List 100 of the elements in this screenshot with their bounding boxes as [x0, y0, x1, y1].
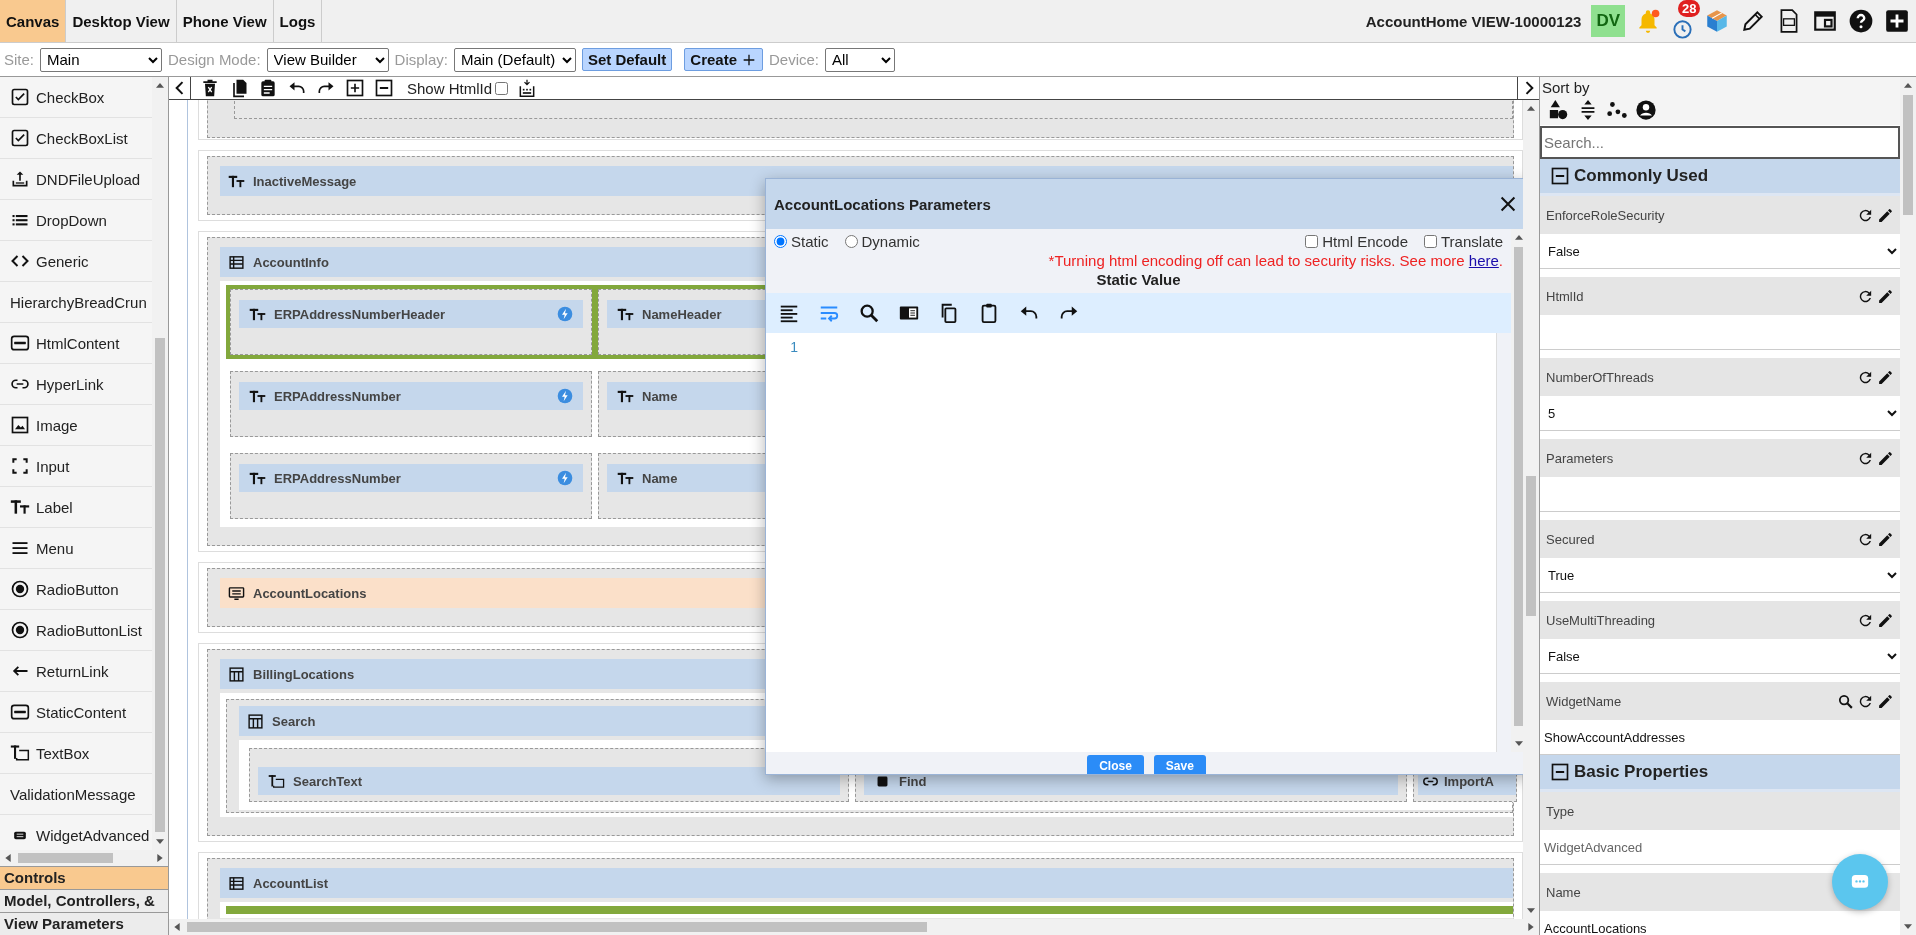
edit-icon[interactable] — [1877, 287, 1894, 305]
image-icon — [10, 415, 30, 435]
edit-icon[interactable] — [1877, 368, 1894, 386]
set-default-button[interactable]: Set Default — [581, 48, 673, 71]
html-icon — [10, 702, 30, 722]
radio-icon — [10, 579, 30, 599]
option-label[interactable]: Html Encode — [1322, 233, 1408, 250]
help-icon[interactable] — [1848, 8, 1874, 34]
scrollbar-thumb[interactable] — [1526, 476, 1536, 616]
grid-icon — [228, 665, 245, 683]
upload-icon — [10, 169, 30, 189]
show-htmlid-label: Show HtmlId — [407, 79, 493, 97]
grid-icon — [247, 712, 264, 730]
static-value-label: Static Value — [1095, 271, 1182, 288]
textbox-icon — [10, 743, 30, 763]
search-icon[interactable] — [1837, 692, 1854, 710]
clock-icon[interactable] — [1671, 17, 1694, 40]
property-name: WidgetName — [1546, 693, 1622, 709]
panel-tab[interactable]: View Parameters — [0, 912, 168, 935]
mode-radio[interactable] — [844, 235, 858, 248]
collapse-icon[interactable] — [1550, 166, 1570, 186]
account-icon[interactable] — [1635, 99, 1657, 121]
delete-icon[interactable] — [200, 78, 220, 98]
bolt-icon[interactable] — [557, 470, 573, 486]
shapes-icon[interactable] — [1548, 99, 1570, 121]
component-header[interactable]: AccountList — [220, 868, 1513, 898]
option-checkbox[interactable] — [1424, 235, 1437, 248]
property-name: Type — [1546, 803, 1575, 819]
mode-label[interactable]: Static — [791, 233, 829, 250]
pencil-icon[interactable] — [1740, 8, 1766, 34]
edit-icon[interactable] — [1877, 449, 1894, 467]
scrollbar-thumb[interactable] — [1514, 247, 1524, 726]
code-editor[interactable]: 1 — [766, 333, 1497, 752]
edit-icon[interactable] — [1877, 611, 1894, 629]
scrollbar-thumb[interactable] — [187, 922, 927, 932]
mode-label[interactable]: Dynamic — [861, 233, 920, 250]
device-select[interactable]: All — [825, 47, 896, 72]
show-htmlid-checkbox[interactable] — [495, 81, 509, 95]
site-select[interactable]: Main — [40, 47, 162, 72]
group-title: Basic Properties — [1574, 762, 1709, 782]
bolt-icon[interactable] — [557, 388, 573, 404]
scrollbar-thumb[interactable] — [155, 338, 165, 832]
input-icon — [10, 456, 30, 476]
filter-label: Site: — [4, 51, 34, 68]
textbox-icon — [268, 772, 285, 790]
collapse-icon[interactable] — [1550, 762, 1570, 782]
group-title: Commonly Used — [1574, 166, 1709, 186]
mode-radio[interactable] — [774, 235, 787, 248]
window-icon[interactable] — [1812, 8, 1838, 34]
property-name: Secured — [1546, 531, 1595, 547]
component-header[interactable]: ERPAddressNumberHeader — [239, 300, 583, 328]
search-field[interactable]: Search... — [1540, 126, 1900, 159]
panel-tab[interactable]: Controls — [0, 866, 168, 889]
cube-icon[interactable] — [1704, 8, 1730, 34]
create-button[interactable]: Create — [684, 48, 763, 71]
property-value: WidgetAdvanced — [1544, 839, 1643, 855]
html-icon — [10, 333, 30, 353]
component-header[interactable]: SearchText — [258, 767, 840, 795]
here-link[interactable]: here — [1468, 252, 1499, 269]
scrollbar-thumb[interactable] — [18, 853, 113, 863]
dots-icon[interactable] — [1606, 99, 1628, 121]
property-name: NumberOfThreads — [1546, 369, 1654, 385]
view-title: AccountHome VIEW-10000123 — [1365, 12, 1582, 30]
edit-icon[interactable] — [1877, 206, 1894, 224]
plus-icon[interactable] — [1884, 8, 1910, 34]
filter-label: Display: — [394, 51, 448, 68]
property-name: Parameters — [1546, 450, 1614, 466]
filter-label: Device: — [769, 51, 820, 68]
expand-icon[interactable] — [345, 78, 365, 98]
sort-by-label: Sort by — [1540, 77, 1900, 96]
component-header[interactable]: ERPAddressNumber — [239, 382, 583, 410]
option-label[interactable]: Translate — [1441, 233, 1503, 250]
dialog-title: AccountLocations Parameters — [774, 195, 992, 213]
clipboard-icon[interactable] — [258, 78, 278, 98]
scrollbar-thumb[interactable] — [1903, 95, 1913, 215]
search-icon[interactable] — [858, 302, 880, 324]
panel-tab[interactable]: Model, Controllers, & — [0, 889, 168, 912]
property-name: EnforceRoleSecurity — [1546, 207, 1665, 223]
user-badge[interactable]: DV — [1591, 5, 1625, 37]
checkbox-icon — [10, 87, 30, 107]
edit-icon[interactable] — [1877, 530, 1894, 548]
monitor-icon — [228, 584, 245, 602]
table-icon — [228, 253, 245, 271]
bolt-icon[interactable] — [557, 306, 573, 322]
option-checkbox[interactable] — [1305, 235, 1319, 248]
property-name: UseMultiThreading — [1546, 612, 1656, 628]
filter-label: Design Mode: — [168, 51, 261, 68]
radio-icon — [10, 620, 30, 640]
table-icon — [228, 874, 245, 892]
line-number: 1 — [790, 339, 799, 355]
design-mode-select[interactable]: View Builder — [266, 47, 389, 72]
view-tab[interactable]: Canvas — [0, 0, 67, 42]
text-icon — [10, 497, 30, 517]
collapse-icon[interactable] — [374, 78, 394, 98]
edit-icon[interactable] — [1877, 692, 1894, 710]
property-name: HtmlId — [1546, 288, 1584, 304]
checkbox-icon — [10, 128, 30, 148]
display-select[interactable]: Main (Default) — [453, 47, 576, 72]
component-header[interactable]: ERPAddressNumber — [239, 464, 583, 492]
property-name: Name — [1546, 884, 1581, 900]
